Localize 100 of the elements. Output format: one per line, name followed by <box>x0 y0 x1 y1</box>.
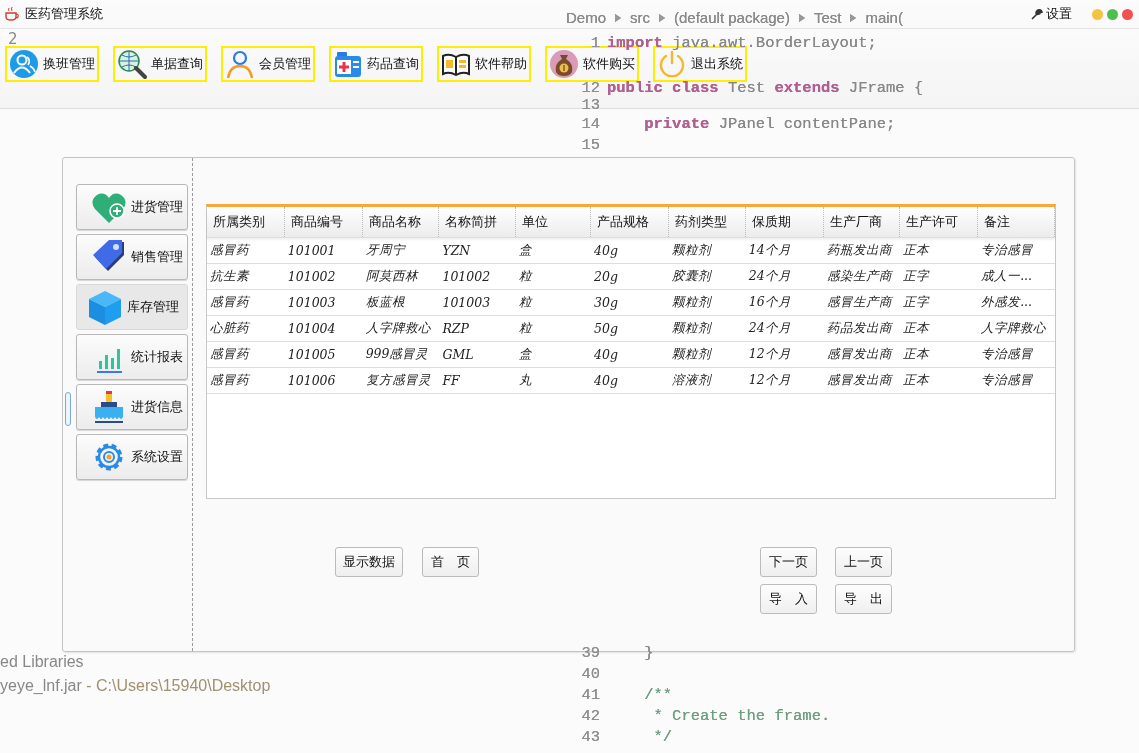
table-cell-text: 感冒药 <box>209 345 251 363</box>
person-icon <box>9 49 39 79</box>
code-line: private JPanel contentPane; <box>643 114 896 133</box>
table-cell-text: RZP <box>441 320 470 338</box>
line-number: 13 <box>580 95 600 114</box>
table-cell-text: 正本 <box>902 371 931 389</box>
toolbar-button[interactable]: 单据查询 <box>113 46 207 82</box>
table-cell-text: 101006 <box>286 372 337 390</box>
table-cell-text: 板蓝根 <box>364 293 406 311</box>
table-cell-text: 感染生产商 <box>825 267 894 285</box>
action-button[interactable]: 首 页 <box>422 547 479 577</box>
table-cell-text: 丸 <box>518 371 534 389</box>
line-number: 41 <box>580 685 600 704</box>
table-cell-text: 101003 <box>441 294 492 312</box>
table-cell-text: 颗粒剂 <box>670 319 713 337</box>
tree-text: 2 <box>8 30 18 48</box>
code-line: /** <box>643 685 673 704</box>
table-cell-text: 16个月 <box>747 293 792 311</box>
table-cell-text: 抗生素 <box>209 267 251 285</box>
action-button[interactable]: 导 入 <box>760 584 817 614</box>
action-button[interactable]: 下一页 <box>760 547 817 577</box>
table-cell-text: GML <box>441 346 475 364</box>
column-header[interactable]: 产品规格 <box>591 207 669 237</box>
column-header[interactable]: 商品编号 <box>284 207 363 237</box>
table-cell-text: 粒 <box>518 293 534 311</box>
table-cell-text: 人字牌救心 <box>980 319 1048 337</box>
user-icon <box>225 49 255 79</box>
table-cell-text: 12个月 <box>747 345 792 363</box>
settings-button[interactable]: 设置 <box>1030 5 1072 23</box>
sidebar-button[interactable]: 系统设置 <box>76 434 188 480</box>
table-cell-text: 24个月 <box>747 319 792 337</box>
sidebar-button[interactable]: 库存管理 <box>76 284 188 330</box>
sidebar-button[interactable]: 统计报表 <box>76 334 188 380</box>
toolbar-button[interactable]: 换班管理 <box>5 46 99 82</box>
table-cell-text: 101001 <box>286 242 337 260</box>
code-line: } <box>643 643 654 662</box>
table-cell-text: 颗粒剂 <box>670 293 713 311</box>
table-cell-text: 盒 <box>518 345 534 363</box>
table-cell-text: 101002 <box>441 268 492 286</box>
table-cell-text: 40g <box>593 242 619 260</box>
column-header[interactable]: 生产许可 <box>900 207 979 237</box>
wrench-icon <box>1030 7 1043 21</box>
table-cell-text: 粒 <box>518 319 534 337</box>
maximize-button[interactable] <box>1107 8 1118 20</box>
table-cell-text: 盒 <box>518 241 534 259</box>
close-button[interactable] <box>1122 8 1133 20</box>
table-cell-text: 专治感冒 <box>980 241 1035 259</box>
code-line: */ <box>652 727 673 746</box>
table-cell-text: 101005 <box>286 346 337 364</box>
table-cell-text: 101004 <box>286 320 337 338</box>
cup-icon <box>4 6 20 22</box>
sidebar-button[interactable]: 进货管理 <box>76 184 188 230</box>
search-icon <box>117 49 147 79</box>
table-cell-text: 心脏药 <box>209 319 251 337</box>
table-cell-text: 正字 <box>902 267 931 285</box>
action-button[interactable]: 上一页 <box>835 547 892 577</box>
minimize-button[interactable] <box>1092 8 1103 20</box>
line-number: 15 <box>580 135 600 154</box>
table-cell-text: 阿莫西林 <box>364 267 420 285</box>
table-cell-text: 胶囊剂 <box>670 267 713 285</box>
table-cell-text: 999感冒灵 <box>364 345 430 363</box>
action-button[interactable]: 导 出 <box>835 584 892 614</box>
sidebar-button[interactable]: 销售管理 <box>76 234 188 280</box>
cube-icon <box>87 289 123 325</box>
table-cell-text: 颗粒剂 <box>670 241 713 259</box>
table-cell-text: FF <box>441 372 461 390</box>
power-icon <box>657 49 687 79</box>
table-cell-text: 101002 <box>286 268 337 286</box>
table-cell-text: 12个月 <box>747 371 792 389</box>
tree-item[interactable]: ed Libraries <box>0 650 84 674</box>
column-header[interactable]: 所属类别 <box>207 207 285 237</box>
table-cell-text: 正字 <box>902 293 931 311</box>
sidebar-button[interactable]: 进货信息 <box>76 384 188 430</box>
table-cell-text: 感冒发出商 <box>825 371 894 389</box>
line-number: 14 <box>580 114 600 133</box>
table-cell-text: 外感发... <box>980 293 1034 311</box>
action-button[interactable]: 显示数据 <box>335 547 403 577</box>
scrollbar-thumb[interactable] <box>65 392 71 426</box>
medicine-box-icon <box>333 49 363 79</box>
toolbar-button[interactable]: 会员管理 <box>221 46 315 82</box>
column-header[interactable]: 备注 <box>978 207 1055 237</box>
table-cell-text: 成人一... <box>980 267 1034 285</box>
table-cell-text: 感冒发出商 <box>825 345 894 363</box>
window-title: 医药管理系统 <box>25 5 103 23</box>
table-cell-text: 24个月 <box>747 267 792 285</box>
table-cell-text: 粒 <box>518 267 534 285</box>
column-header[interactable]: 单位 <box>516 207 592 237</box>
table-cell-text: 40g <box>593 372 619 390</box>
column-header[interactable]: 生产厂商 <box>823 207 901 237</box>
column-header[interactable]: 药剂类型 <box>668 207 746 237</box>
table-cell-text: 感冒药 <box>209 293 251 311</box>
line-number: 39 <box>580 643 600 662</box>
table-cell-text: 40g <box>593 346 619 364</box>
toolbar-button[interactable]: 软件帮助 <box>437 46 531 82</box>
table-cell-text: 感冒药 <box>209 241 251 259</box>
column-header[interactable]: 名称简拼 <box>439 207 517 237</box>
column-header[interactable]: 商品名称 <box>362 207 440 237</box>
column-header[interactable]: 保质期 <box>745 207 824 237</box>
table-cell-text: 20g <box>593 268 619 286</box>
toolbar-button[interactable]: 药品查询 <box>329 46 423 82</box>
